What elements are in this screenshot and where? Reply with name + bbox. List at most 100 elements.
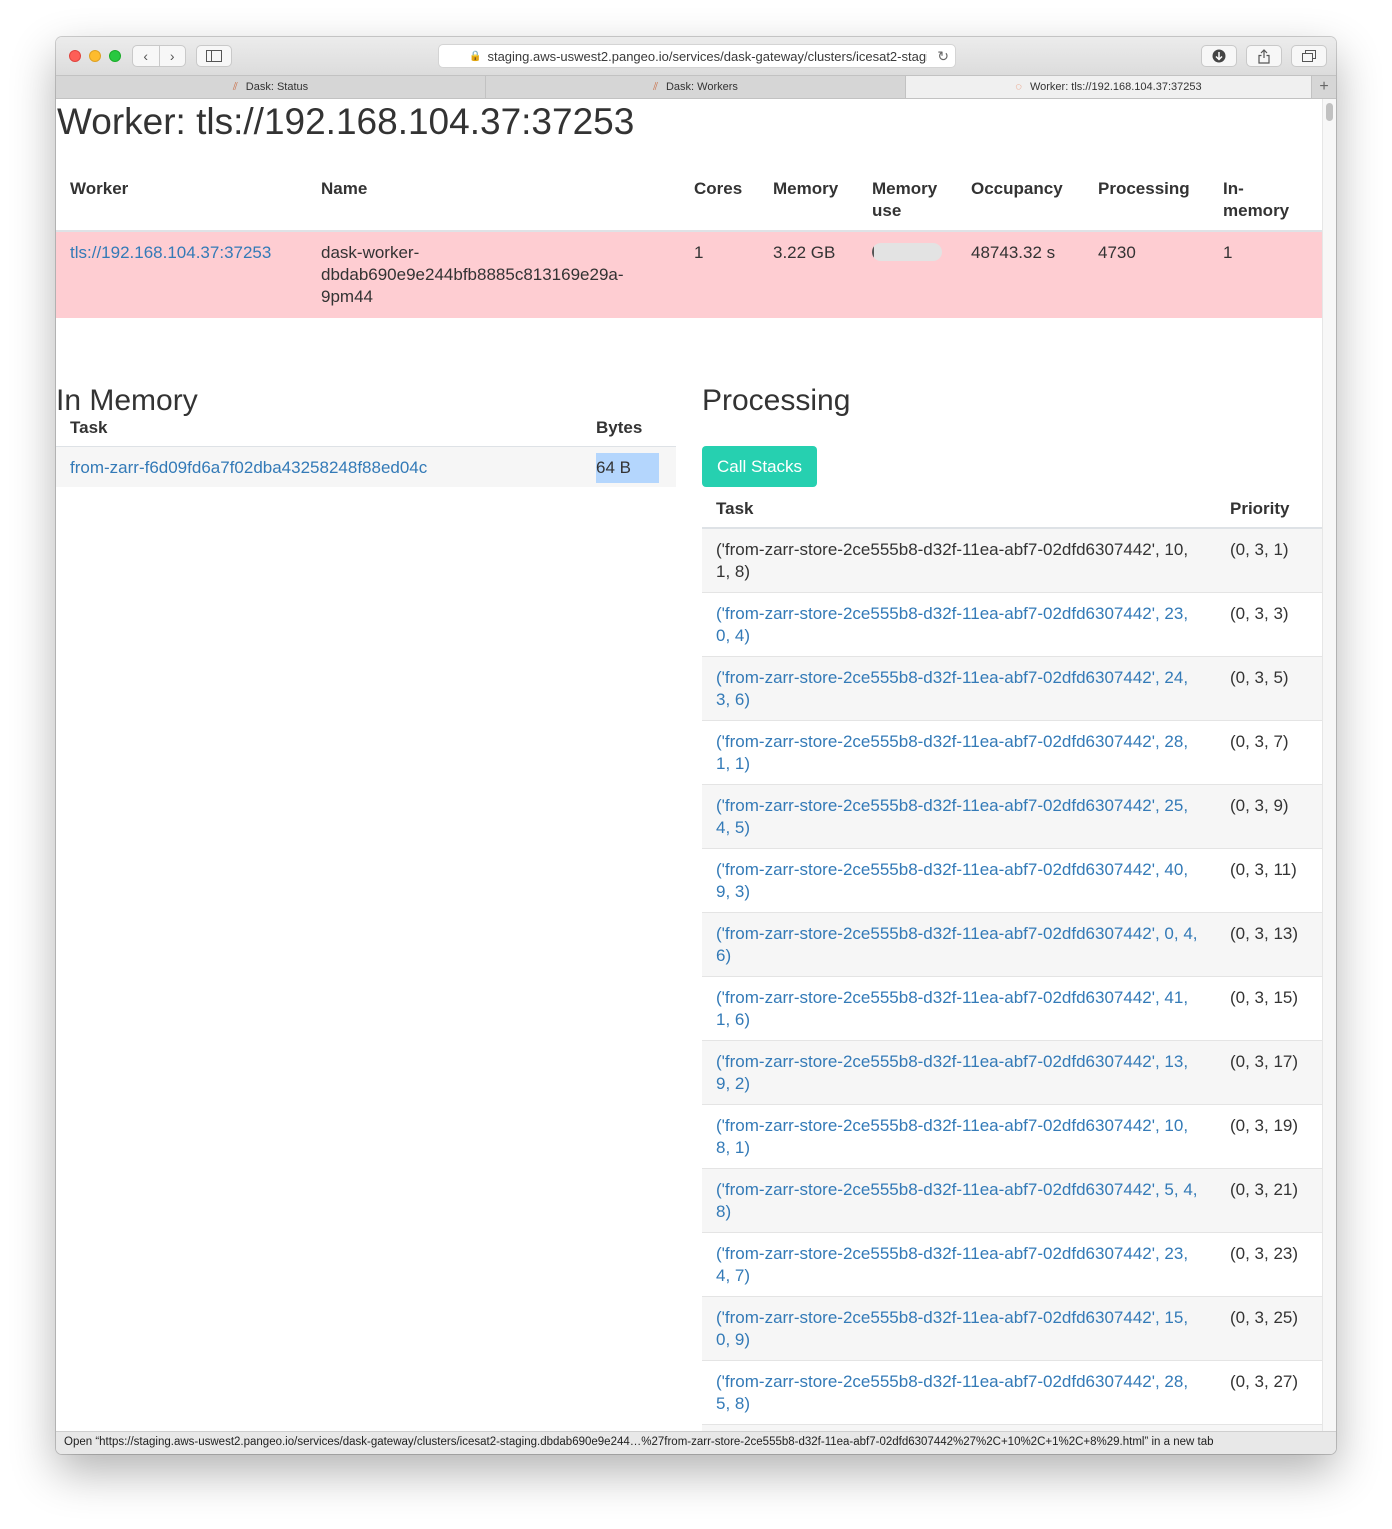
sidebar-toggle-button[interactable]	[196, 45, 232, 67]
task-link[interactable]: ('from-zarr-store-2ce555b8-d32f-11ea-abf…	[716, 924, 1198, 965]
task-link[interactable]: ('from-zarr-store-2ce555b8-d32f-11ea-abf…	[716, 988, 1188, 1029]
memory-use-fill	[872, 243, 875, 261]
priority-cell: (0, 3, 3)	[1216, 592, 1322, 657]
task-cell: ('from-zarr-store-2ce555b8-d32f-11ea-abf…	[702, 1040, 1216, 1105]
table-row: from-zarr-f6d09fd6a7f02dba43258248f88ed0…	[56, 446, 676, 487]
priority-cell: (0, 3, 15)	[1216, 976, 1322, 1041]
task-link[interactable]: ('from-zarr-store-2ce555b8-d32f-11ea-abf…	[716, 1244, 1188, 1285]
col-priority: Priority	[1216, 490, 1322, 529]
priority-cell: (0, 3, 13)	[1216, 912, 1322, 977]
forward-icon[interactable]: ›	[160, 46, 186, 66]
close-window-button[interactable]	[69, 50, 81, 62]
new-tab-button[interactable]: +	[1312, 76, 1336, 98]
col-cores: Cores	[680, 169, 759, 232]
worker-occupancy: 48743.32 s	[957, 231, 1084, 318]
task-cell: ('from-zarr-store-2ce555b8-d32f-11ea-abf…	[702, 1360, 1216, 1425]
address-bar[interactable]: 🔒 staging.aws-uswest2.pangeo.io/services…	[438, 44, 956, 68]
task-cell: ('from-zarr-store-2ce555b8-d32f-11ea-abf…	[702, 1104, 1216, 1169]
col-task: Task	[702, 490, 1216, 529]
priority-cell: (0, 3, 27)	[1216, 1360, 1322, 1425]
share-icon	[1258, 48, 1270, 64]
minimize-window-button[interactable]	[89, 50, 101, 62]
zoom-window-button[interactable]	[109, 50, 121, 62]
in-memory-table: Task Bytes from-zarr-f6d09fd6a7f02dba432…	[56, 409, 676, 487]
download-icon	[1212, 49, 1226, 63]
back-icon[interactable]: ‹	[133, 46, 160, 66]
task-cell: ('from-zarr-store-2ce555b8-d32f-11ea-abf…	[702, 1296, 1216, 1361]
task-link[interactable]: ('from-zarr-store-2ce555b8-d32f-11ea-abf…	[716, 668, 1188, 709]
priority-cell: (0, 3, 23)	[1216, 1232, 1322, 1297]
task-cell: ('from-zarr-store-2ce555b8-d32f-11ea-abf…	[702, 976, 1216, 1041]
vertical-scrollbar[interactable]	[1322, 99, 1336, 1431]
task-cell: ('from-zarr-store-2ce555b8-d32f-11ea-abf…	[702, 848, 1216, 913]
priority-cell: (0, 3, 9)	[1216, 784, 1322, 849]
task-cell: ('from-zarr-store-2ce555b8-d32f-11ea-abf…	[702, 527, 1216, 593]
worker-table: Worker Name Cores Memory Memory use Occu…	[56, 169, 1322, 318]
status-bar: Open “https://staging.aws-uswest2.pangeo…	[56, 1431, 1336, 1454]
task-cell: ('from-zarr-store-2ce555b8-d32f-11ea-abf…	[702, 1168, 1216, 1233]
bytes-value: 64 B	[596, 453, 659, 483]
table-row: ('from-zarr-store-2ce555b8-d32f-11ea-abf…	[702, 784, 1322, 849]
table-row: ('from-zarr-store-2ce555b8-d32f-11ea-abf…	[702, 592, 1322, 657]
col-in-memory: In-memory	[1209, 169, 1322, 232]
tab-label: Dask: Workers	[665, 81, 738, 93]
task-link[interactable]: ('from-zarr-store-2ce555b8-d32f-11ea-abf…	[716, 732, 1188, 773]
task-link[interactable]: ('from-zarr-store-2ce555b8-d32f-11ea-abf…	[716, 860, 1188, 901]
tab-dask-status[interactable]: ⫽ Dask: Status	[56, 76, 486, 98]
worker-row: tls://192.168.104.37:37253 dask-worker-d…	[56, 231, 1322, 318]
reload-icon[interactable]: ↻	[937, 48, 949, 65]
browser-window: ‹ › 🔒 staging.aws-uswest2.pangeo.io/serv…	[56, 37, 1336, 1454]
task-cell: from-zarr-f6d09fd6a7f02dba43258248f88ed0…	[56, 446, 582, 487]
scrollbar-thumb[interactable]	[1326, 103, 1333, 121]
table-row: ('from-zarr-store-2ce555b8-d32f-11ea-abf…	[702, 912, 1322, 977]
table-row: ('from-zarr-store-2ce555b8-d32f-11ea-abf…	[702, 848, 1322, 913]
worker-cores: 1	[680, 231, 759, 318]
url-text: staging.aws-uswest2.pangeo.io/services/d…	[487, 48, 928, 64]
task-link[interactable]: ('from-zarr-store-2ce555b8-d32f-11ea-abf…	[716, 1052, 1188, 1093]
tabs-icon	[1302, 50, 1316, 62]
table-row: ('from-zarr-store-2ce555b8-d32f-11ea-abf…	[702, 527, 1322, 593]
task-cell: ('from-zarr-store-2ce555b8-d32f-11ea-abf…	[702, 1232, 1216, 1297]
task-link[interactable]: ('from-zarr-store-2ce555b8-d32f-11ea-abf…	[716, 1372, 1188, 1413]
task-link[interactable]: from-zarr-f6d09fd6a7f02dba43258248f88ed0…	[70, 458, 427, 477]
priority-cell: (0, 3, 5)	[1216, 656, 1322, 721]
worker-processing: 4730	[1084, 231, 1209, 318]
task-link[interactable]: ('from-zarr-store-2ce555b8-d32f-11ea-abf…	[716, 1308, 1188, 1349]
tab-dask-workers[interactable]: ⫽ Dask: Workers	[486, 76, 906, 98]
table-row: ('from-zarr-store-2ce555b8-d32f-11ea-abf…	[702, 1168, 1322, 1233]
priority-cell: (0, 3, 11)	[1216, 848, 1322, 913]
worker-memory-use	[858, 231, 957, 318]
task-cell: ('from-zarr-store-2ce555b8-d32f-11ea-abf…	[702, 784, 1216, 849]
priority-cell: (0, 3, 17)	[1216, 1040, 1322, 1105]
dask-logo-icon: ⫽	[232, 80, 238, 93]
task-text: ('from-zarr-store-2ce555b8-d32f-11ea-abf…	[716, 540, 1189, 581]
bytes-cell: 64 B	[582, 446, 676, 487]
processing-heading: Processing	[702, 384, 851, 417]
task-link[interactable]: ('from-zarr-store-2ce555b8-d32f-11ea-abf…	[716, 604, 1188, 645]
tab-bar: ⫽ Dask: Status ⫽ Dask: Workers ◌ Worker:…	[56, 75, 1336, 99]
in-memory-header: Task Bytes	[56, 409, 676, 447]
history-nav: ‹ ›	[132, 45, 186, 67]
task-link[interactable]: ('from-zarr-store-2ce555b8-d32f-11ea-abf…	[716, 1116, 1188, 1157]
priority-cell: (0, 3, 7)	[1216, 720, 1322, 785]
page-content: Worker: tls://192.168.104.37:37253 Worke…	[56, 99, 1322, 1431]
tab-label: Worker: tls://192.168.104.37:37253	[1029, 81, 1202, 93]
downloads-button[interactable]	[1201, 45, 1237, 67]
table-row: ('from-zarr-store-2ce555b8-d32f-11ea-abf…	[702, 1232, 1322, 1297]
task-link[interactable]: ('from-zarr-store-2ce555b8-d32f-11ea-abf…	[716, 796, 1188, 837]
table-row: ('from-zarr-store-2ce555b8-d32f-11ea-abf…	[702, 1040, 1322, 1105]
share-button[interactable]	[1246, 45, 1282, 67]
worker-table-header: Worker Name Cores Memory Memory use Occu…	[56, 169, 1322, 232]
tab-overview-button[interactable]	[1291, 45, 1327, 67]
tab-worker-detail[interactable]: ◌ Worker: tls://192.168.104.37:37253	[906, 76, 1312, 98]
worker-cell: tls://192.168.104.37:37253	[56, 231, 307, 318]
col-memory: Memory	[759, 169, 858, 232]
col-memory-use: Memory use	[858, 169, 957, 232]
priority-cell: (0, 3, 1)	[1216, 527, 1322, 593]
worker-address-link[interactable]: tls://192.168.104.37:37253	[70, 243, 271, 262]
task-link[interactable]: ('from-zarr-store-2ce555b8-d32f-11ea-abf…	[716, 1180, 1198, 1221]
tab-label: Dask: Status	[245, 81, 309, 93]
lock-icon: 🔒	[469, 50, 482, 62]
call-stacks-button[interactable]: Call Stacks	[702, 446, 818, 487]
processing-table: Task Priority ('from-zarr-store-2ce555b8…	[702, 490, 1322, 1431]
